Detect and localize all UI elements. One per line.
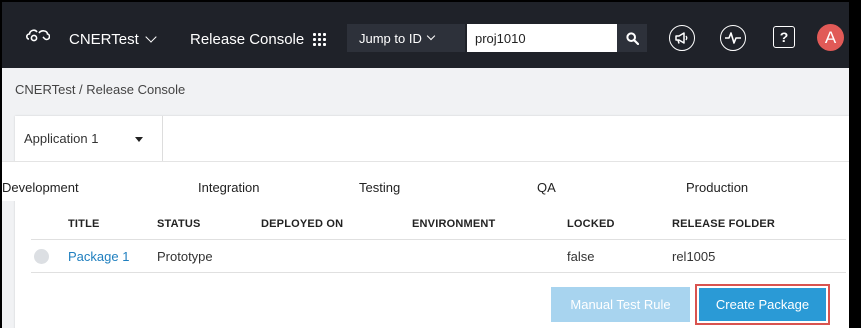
column-header-environment: ENVIRONMENT: [412, 218, 496, 230]
app-grid-icon: [313, 33, 327, 46]
chevron-down-icon: [145, 31, 157, 43]
stage-testing[interactable]: Testing: [359, 180, 400, 195]
package-title-link[interactable]: Package 1: [68, 249, 129, 264]
search-button[interactable]: [617, 24, 647, 52]
console-title: Release Console: [190, 31, 305, 48]
create-package-button[interactable]: Create Package: [699, 288, 826, 321]
jump-to-id-dropdown[interactable]: Jump to ID: [347, 24, 465, 52]
application-select[interactable]: Application 1: [15, 116, 163, 161]
release-card: Application 1 Development Integration Te…: [2, 116, 849, 328]
column-header-title: TITLE: [68, 218, 100, 230]
search-input[interactable]: [467, 24, 617, 52]
top-navigation-bar: CNERTest Release Console Jump to ID proj…: [2, 2, 849, 68]
column-header-deployed-on: DEPLOYED ON: [261, 218, 344, 230]
jump-to-id-label: Jump to ID: [359, 30, 422, 46]
announcements-button[interactable]: [669, 25, 695, 51]
stage-qa[interactable]: QA: [537, 180, 556, 195]
console-menu[interactable]: Release Console: [190, 31, 327, 48]
pulse-icon: [725, 32, 741, 44]
manual-test-rule-button[interactable]: Manual Test Rule: [551, 287, 690, 322]
package-release-folder: rel1005: [672, 249, 716, 264]
application-select-value: Application 1: [24, 131, 99, 146]
help-button[interactable]: ?: [773, 26, 795, 48]
user-avatar[interactable]: A: [817, 24, 844, 51]
search-icon: [625, 31, 639, 45]
app-switcher[interactable]: CNERTest: [69, 31, 157, 48]
package-locked: false: [567, 249, 595, 264]
column-header-release-folder: RELEASE FOLDER: [672, 218, 776, 230]
avatar-initial: A: [824, 27, 837, 47]
megaphone-icon: [675, 32, 688, 44]
breadcrumb: CNERTest / Release Console: [15, 82, 186, 97]
stage-development[interactable]: Development: [2, 180, 79, 195]
app-name: CNERTest: [69, 31, 139, 48]
cloud-logo-icon[interactable]: [26, 29, 50, 43]
row-select-radio[interactable]: [34, 249, 49, 264]
stage-production[interactable]: Production: [686, 180, 748, 195]
help-icon: ?: [779, 29, 789, 45]
column-header-status: STATUS: [157, 218, 201, 230]
table-row: Package 1 Prototype false rel1005: [31, 239, 846, 273]
activity-button[interactable]: [720, 25, 746, 51]
release-console-window: CNERTest Release Console Jump to ID proj…: [2, 2, 849, 328]
stage-tabs: Development Integration Testing QA Produ…: [2, 161, 849, 201]
caret-down-icon: [135, 137, 143, 142]
column-header-locked: LOCKED: [567, 218, 615, 230]
stage-integration[interactable]: Integration: [198, 180, 259, 195]
package-status: Prototype: [157, 249, 213, 264]
chevron-down-icon: [426, 31, 436, 41]
